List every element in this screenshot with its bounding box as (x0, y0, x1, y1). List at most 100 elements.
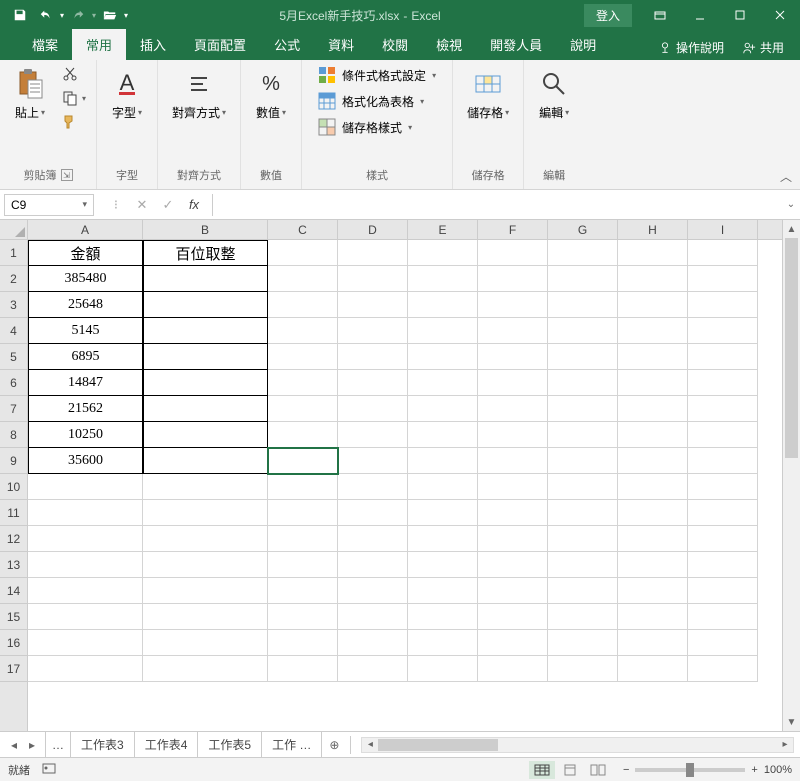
cell-E12[interactable] (408, 526, 478, 552)
tab-developer[interactable]: 開發人員 (476, 29, 556, 60)
cell-E1[interactable] (408, 240, 478, 266)
cell-D9[interactable] (338, 448, 408, 474)
cell-C10[interactable] (268, 474, 338, 500)
cell-C5[interactable] (268, 344, 338, 370)
cell-A7[interactable]: 21562 (28, 396, 143, 422)
row-header-6[interactable]: 6 (0, 370, 27, 396)
cell-H15[interactable] (618, 604, 688, 630)
cell-F3[interactable] (478, 292, 548, 318)
cell-C13[interactable] (268, 552, 338, 578)
cell-H12[interactable] (618, 526, 688, 552)
cell-H13[interactable] (618, 552, 688, 578)
tab-view[interactable]: 檢視 (422, 29, 476, 60)
row-header-16[interactable]: 16 (0, 630, 27, 656)
select-all-button[interactable] (0, 220, 27, 240)
number-button[interactable]: % 數值▾ (249, 64, 293, 125)
scroll-left-button[interactable]: ◂ (362, 739, 378, 750)
cell-E14[interactable] (408, 578, 478, 604)
cell-F8[interactable] (478, 422, 548, 448)
cell-D16[interactable] (338, 630, 408, 656)
cut-button[interactable] (60, 64, 88, 84)
cell-F2[interactable] (478, 266, 548, 292)
cell-C6[interactable] (268, 370, 338, 396)
cell-H14[interactable] (618, 578, 688, 604)
cell-I5[interactable] (688, 344, 758, 370)
cell-H4[interactable] (618, 318, 688, 344)
cell-C12[interactable] (268, 526, 338, 552)
cell-A10[interactable] (28, 474, 143, 500)
cell-F10[interactable] (478, 474, 548, 500)
row-header-15[interactable]: 15 (0, 604, 27, 630)
sheet-nav-next[interactable]: ▸ (24, 737, 40, 753)
tab-formulas[interactable]: 公式 (260, 29, 314, 60)
cell-B6[interactable] (143, 370, 268, 396)
copy-button[interactable]: ▾ (60, 88, 88, 108)
row-header-10[interactable]: 10 (0, 474, 27, 500)
cell-C15[interactable] (268, 604, 338, 630)
insert-function-button[interactable]: fx (182, 194, 206, 216)
cell-C9[interactable] (268, 448, 338, 474)
cell-A14[interactable] (28, 578, 143, 604)
row-header-13[interactable]: 13 (0, 552, 27, 578)
view-page-layout-button[interactable] (557, 761, 583, 779)
cell-G7[interactable] (548, 396, 618, 422)
row-header-5[interactable]: 5 (0, 344, 27, 370)
paste-button[interactable]: 貼上▾ (8, 64, 52, 125)
cell-E17[interactable] (408, 656, 478, 682)
cell-I16[interactable] (688, 630, 758, 656)
row-header-12[interactable]: 12 (0, 526, 27, 552)
cells-button[interactable]: 儲存格▾ (461, 64, 515, 125)
cell-I8[interactable] (688, 422, 758, 448)
row-header-14[interactable]: 14 (0, 578, 27, 604)
row-header-11[interactable]: 11 (0, 500, 27, 526)
cell-C16[interactable] (268, 630, 338, 656)
cell-D17[interactable] (338, 656, 408, 682)
cell-C8[interactable] (268, 422, 338, 448)
cell-G2[interactable] (548, 266, 618, 292)
cell-C17[interactable] (268, 656, 338, 682)
cell-G4[interactable] (548, 318, 618, 344)
scroll-down-button[interactable]: ▼ (783, 713, 800, 731)
cell-A5[interactable]: 6895 (28, 344, 143, 370)
row-header-17[interactable]: 17 (0, 656, 27, 682)
column-header-F[interactable]: F (478, 220, 548, 239)
cell-G13[interactable] (548, 552, 618, 578)
cell-C1[interactable] (268, 240, 338, 266)
cell-G3[interactable] (548, 292, 618, 318)
cell-I14[interactable] (688, 578, 758, 604)
cell-D6[interactable] (338, 370, 408, 396)
redo-button[interactable] (66, 3, 90, 27)
tab-layout[interactable]: 頁面配置 (180, 29, 260, 60)
cell-I12[interactable] (688, 526, 758, 552)
cell-G11[interactable] (548, 500, 618, 526)
cell-H10[interactable] (618, 474, 688, 500)
conditional-formatting-button[interactable]: 條件式格式設定▾ (318, 66, 436, 84)
cell-C11[interactable] (268, 500, 338, 526)
tab-file[interactable]: 檔案 (18, 29, 72, 60)
column-header-G[interactable]: G (548, 220, 618, 239)
cell-C4[interactable] (268, 318, 338, 344)
cell-B13[interactable] (143, 552, 268, 578)
cell-D12[interactable] (338, 526, 408, 552)
cell-H7[interactable] (618, 396, 688, 422)
cell-G15[interactable] (548, 604, 618, 630)
column-header-D[interactable]: D (338, 220, 408, 239)
cell-E11[interactable] (408, 500, 478, 526)
cell-D1[interactable] (338, 240, 408, 266)
sheet-tab-4[interactable]: 工作表4 (134, 732, 199, 757)
cell-E3[interactable] (408, 292, 478, 318)
cell-H2[interactable] (618, 266, 688, 292)
cell-B16[interactable] (143, 630, 268, 656)
row-header-2[interactable]: 2 (0, 266, 27, 292)
cell-B10[interactable] (143, 474, 268, 500)
open-button[interactable] (98, 3, 122, 27)
cell-G1[interactable] (548, 240, 618, 266)
cell-E7[interactable] (408, 396, 478, 422)
column-header-B[interactable]: B (143, 220, 268, 239)
cell-A15[interactable] (28, 604, 143, 630)
font-button[interactable]: A 字型▾ (105, 64, 149, 125)
tell-me-button[interactable]: 操作說明 (652, 35, 730, 60)
row-header-8[interactable]: 8 (0, 422, 27, 448)
cell-F6[interactable] (478, 370, 548, 396)
cell-I10[interactable] (688, 474, 758, 500)
